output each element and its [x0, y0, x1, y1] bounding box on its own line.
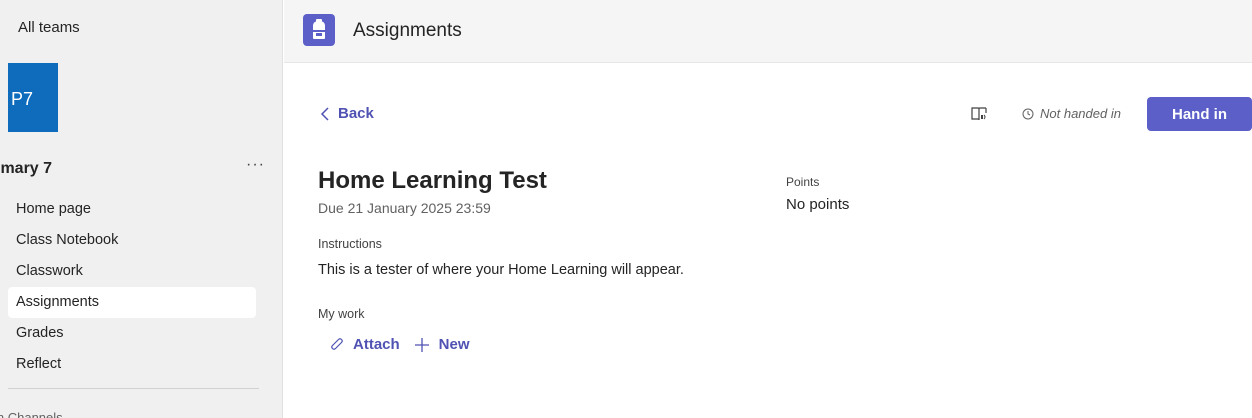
- backpack-icon: [303, 14, 335, 46]
- immersive-reader-icon[interactable]: [970, 105, 988, 128]
- nav-item-home-page[interactable]: Home page: [8, 194, 256, 225]
- instructions-text: This is a tester of where your Home Lear…: [318, 262, 684, 278]
- back-label: Back: [338, 105, 374, 122]
- my-work-label: My work: [318, 307, 365, 321]
- sidebar: All teams P7 imary 7 ··· Home page Class…: [0, 0, 283, 418]
- new-label: New: [438, 336, 470, 353]
- team-name: imary 7: [0, 160, 53, 177]
- paperclip-icon: [331, 337, 343, 350]
- my-work-actions: Attach New: [330, 336, 470, 353]
- back-button[interactable]: Back: [320, 105, 374, 122]
- new-button[interactable]: New: [414, 336, 470, 353]
- attach-button[interactable]: Attach: [330, 336, 400, 353]
- app-title: Assignments: [353, 20, 462, 41]
- nav-item-class-notebook[interactable]: Class Notebook: [8, 225, 256, 256]
- due-date: Due 21 January 2025 23:59: [318, 200, 491, 216]
- hand-in-button[interactable]: Hand in: [1147, 97, 1252, 131]
- more-options-icon[interactable]: ···: [246, 156, 265, 174]
- team-avatar-label: P7: [11, 89, 34, 109]
- sidebar-divider: [8, 388, 259, 389]
- nav-item-reflect[interactable]: Reflect: [8, 349, 256, 380]
- nav-item-grades[interactable]: Grades: [8, 318, 256, 349]
- team-nav: Home page Class Notebook Classwork Assig…: [8, 194, 256, 380]
- status-text: Not handed in: [1040, 106, 1121, 121]
- assignment-title: Home Learning Test: [318, 167, 547, 194]
- channels-heading: in Channels: [0, 410, 63, 418]
- attach-label: Attach: [353, 336, 400, 353]
- app-header: Assignments: [284, 0, 1252, 63]
- submission-status: Not handed in: [1022, 106, 1121, 121]
- points-value: No points: [786, 196, 850, 213]
- chevron-left-icon: [320, 106, 329, 121]
- points-label: Points: [786, 175, 820, 189]
- nav-item-assignments[interactable]: Assignments: [8, 287, 256, 318]
- plus-icon: [414, 337, 429, 352]
- team-avatar[interactable]: P7: [8, 63, 58, 132]
- all-teams-link[interactable]: All teams: [18, 19, 80, 36]
- nav-item-classwork[interactable]: Classwork: [8, 256, 256, 287]
- instructions-label: Instructions: [318, 237, 382, 251]
- clock-icon: [1022, 108, 1034, 119]
